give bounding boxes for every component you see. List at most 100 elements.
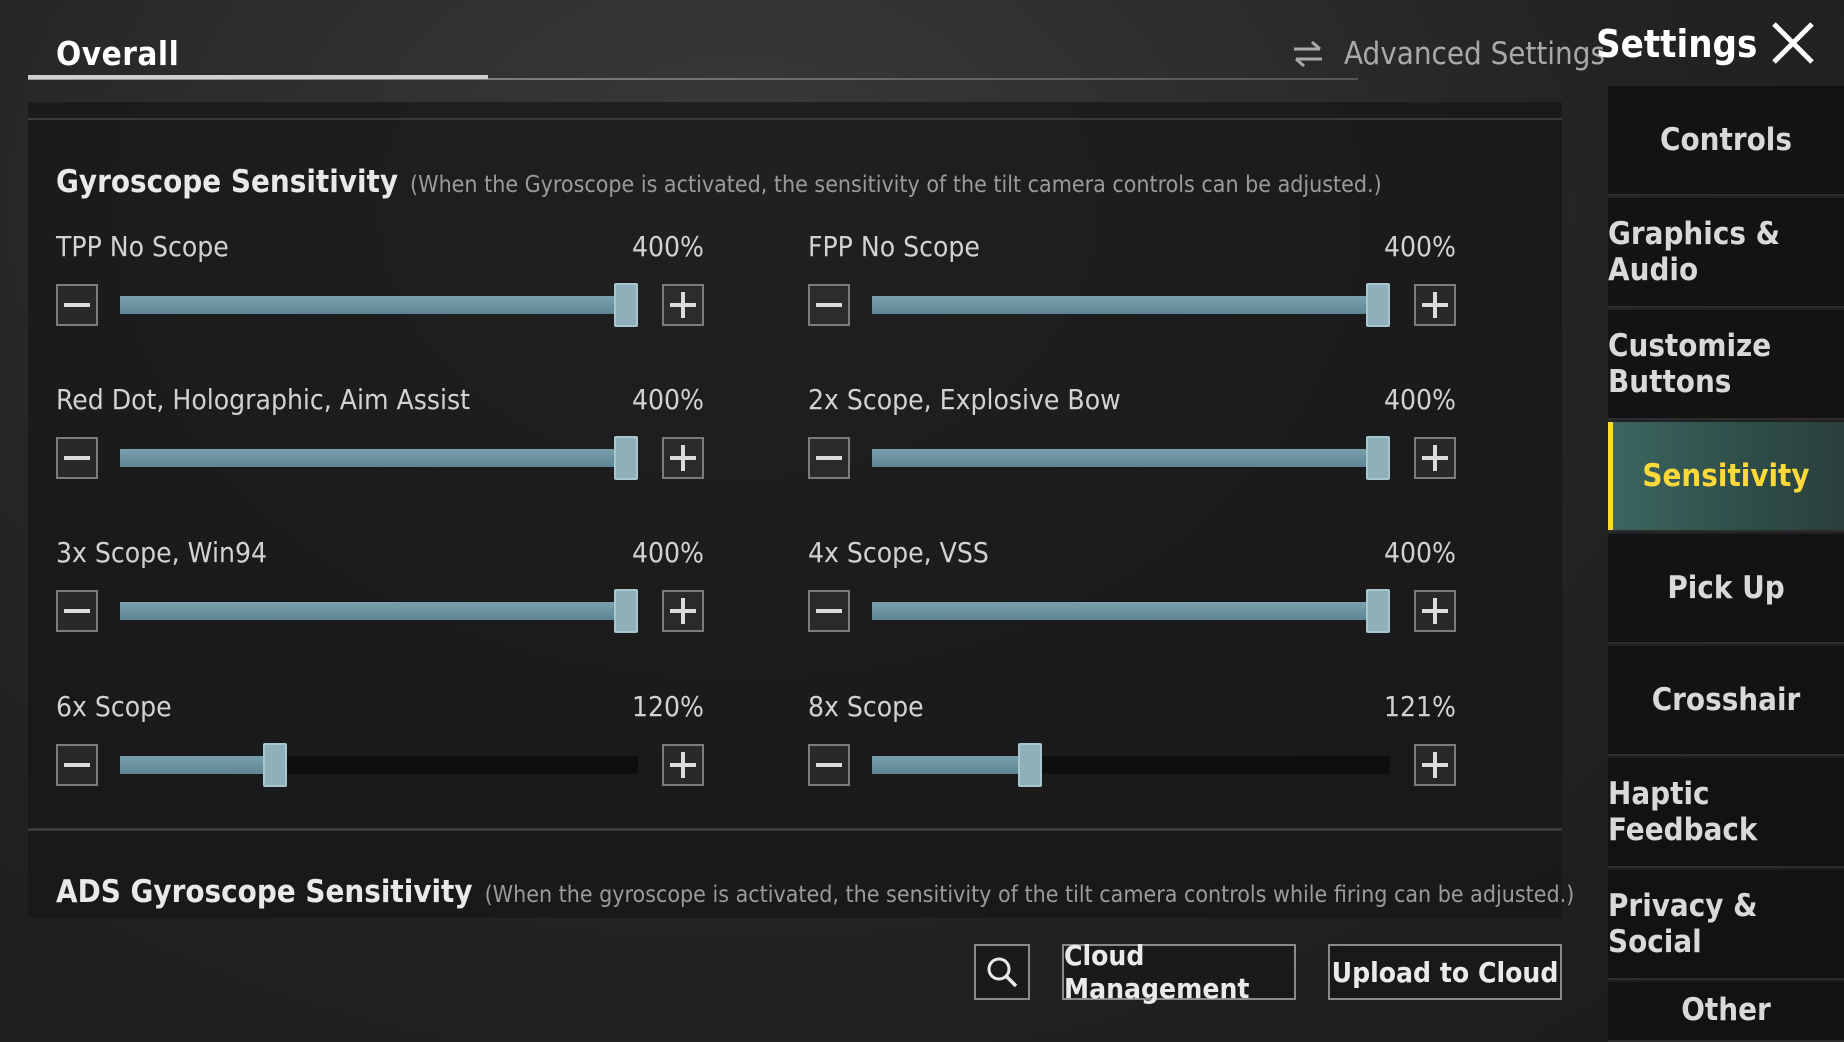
increase-button[interactable] [1414, 744, 1456, 786]
slider-value: 121% [1383, 690, 1456, 723]
advanced-settings-link[interactable]: Advanced Settings [1290, 36, 1605, 72]
sidebar-item-controls[interactable]: Controls [1608, 86, 1844, 196]
slider-fill [120, 756, 275, 774]
sidebar-item-privacy-social[interactable]: Privacy & Social [1608, 870, 1844, 980]
section-divider [28, 828, 1562, 831]
decrease-button[interactable] [808, 437, 850, 479]
slider-track[interactable] [120, 743, 638, 787]
minus-icon [64, 598, 90, 624]
panel-top-divider [28, 118, 1562, 120]
sidebar-item-label: Haptic Feedback [1608, 776, 1758, 848]
close-icon[interactable] [1768, 18, 1818, 68]
decrease-button[interactable] [808, 744, 850, 786]
slider-value: 400% [1383, 230, 1456, 263]
decrease-button[interactable] [808, 590, 850, 632]
slider-label: 4x Scope, VSS [808, 536, 989, 569]
slider-label: 2x Scope, Explosive Bow [808, 383, 1121, 416]
decrease-button[interactable] [56, 590, 98, 632]
slider-fill [120, 449, 638, 467]
slider-value: 400% [631, 230, 704, 263]
sidebar-item-label: Pick Up [1667, 570, 1785, 606]
increase-button[interactable] [1414, 437, 1456, 479]
decrease-button[interactable] [808, 284, 850, 326]
minus-icon [816, 445, 842, 471]
increase-button[interactable] [662, 744, 704, 786]
sidebar-item-haptic-feedback[interactable]: Haptic Feedback [1608, 758, 1844, 868]
slider-value: 400% [1383, 536, 1456, 569]
plus-icon [1422, 598, 1448, 624]
active-marker [1608, 422, 1613, 530]
slider-row-tpp-no-scope: TPP No Scope 400% [56, 230, 716, 340]
slider-value: 400% [631, 383, 704, 416]
slider-value: 120% [631, 690, 704, 723]
slider-row-6x-scope: 6x Scope 120% [56, 690, 716, 800]
increase-button[interactable] [1414, 590, 1456, 632]
section-hint: (When the Gyroscope is activated, the se… [410, 172, 1382, 198]
slider-row-fpp-no-scope: FPP No Scope 400% [808, 230, 1468, 340]
slider-thumb[interactable] [1366, 436, 1390, 480]
sidebar-item-sensitivity[interactable]: Sensitivity [1608, 422, 1844, 532]
decrease-button[interactable] [56, 284, 98, 326]
decrease-button[interactable] [56, 437, 98, 479]
decrease-button[interactable] [56, 744, 98, 786]
settings-sidebar: Controls Graphics & Audio Customize Butt… [1608, 86, 1844, 1042]
ads-gyroscope-section-header: ADS Gyroscope Sensitivity (When the gyros… [56, 874, 1574, 910]
slider-track[interactable] [872, 589, 1390, 633]
minus-icon [816, 598, 842, 624]
plus-icon [670, 445, 696, 471]
slider-track[interactable] [872, 743, 1390, 787]
minus-icon [64, 445, 90, 471]
tab-overall-underline [28, 75, 488, 79]
minus-icon [64, 752, 90, 778]
section-hint: (When the gyroscope is activated, the se… [484, 882, 1575, 908]
sidebar-item-customize-buttons[interactable]: Customize Buttons [1608, 310, 1844, 420]
increase-button[interactable] [662, 284, 704, 326]
slider-thumb[interactable] [614, 436, 638, 480]
advanced-settings-label: Advanced Settings [1344, 36, 1605, 72]
slider-thumb[interactable] [263, 743, 287, 787]
slider-fill [120, 296, 638, 314]
slider-label: TPP No Scope [56, 230, 229, 263]
settings-title: Settings [1596, 22, 1758, 66]
slider-fill [872, 756, 1030, 774]
section-title: Gyroscope Sensitivity [56, 164, 399, 200]
slider-track[interactable] [120, 436, 638, 480]
slider-thumb[interactable] [1366, 589, 1390, 633]
slider-thumb[interactable] [1366, 283, 1390, 327]
increase-button[interactable] [662, 590, 704, 632]
slider-row-3x-scope-win94: 3x Scope, Win94 400% [56, 536, 716, 646]
slider-track[interactable] [872, 283, 1390, 327]
increase-button[interactable] [662, 437, 704, 479]
slider-label: 8x Scope [808, 690, 924, 723]
sidebar-item-label: Privacy & Social [1608, 888, 1758, 960]
slider-label: Red Dot, Holographic, Aim Assist [56, 383, 471, 416]
minus-icon [816, 752, 842, 778]
slider-value: 400% [631, 536, 704, 569]
sidebar-item-label: Graphics & Audio [1608, 216, 1780, 288]
upload-to-cloud-button[interactable]: Upload to Cloud [1328, 944, 1562, 1000]
tab-overall[interactable]: Overall [56, 34, 179, 73]
slider-thumb[interactable] [614, 589, 638, 633]
cloud-management-button[interactable]: Cloud Management [1062, 939, 1296, 1005]
slider-row-4x-scope-vss: 4x Scope, VSS 400% [808, 536, 1468, 646]
sidebar-item-graphics-audio[interactable]: Graphics & Audio [1608, 198, 1844, 308]
sidebar-item-crosshair[interactable]: Crosshair [1608, 646, 1844, 756]
section-title: ADS Gyroscope Sensitivity [56, 874, 473, 910]
minus-icon [816, 292, 842, 318]
plus-icon [1422, 752, 1448, 778]
slider-track[interactable] [120, 589, 638, 633]
slider-thumb[interactable] [1018, 743, 1042, 787]
search-button[interactable] [974, 944, 1030, 1000]
sidebar-item-pick-up[interactable]: Pick Up [1608, 534, 1844, 644]
slider-value: 400% [1383, 383, 1456, 416]
slider-track[interactable] [120, 283, 638, 327]
plus-icon [1422, 292, 1448, 318]
sidebar-item-other[interactable]: Other [1608, 982, 1844, 1042]
plus-icon [1422, 445, 1448, 471]
slider-label: 3x Scope, Win94 [56, 536, 267, 569]
sidebar-item-label: Other [1681, 992, 1771, 1028]
slider-label: FPP No Scope [808, 230, 980, 263]
slider-thumb[interactable] [614, 283, 638, 327]
increase-button[interactable] [1414, 284, 1456, 326]
slider-track[interactable] [872, 436, 1390, 480]
